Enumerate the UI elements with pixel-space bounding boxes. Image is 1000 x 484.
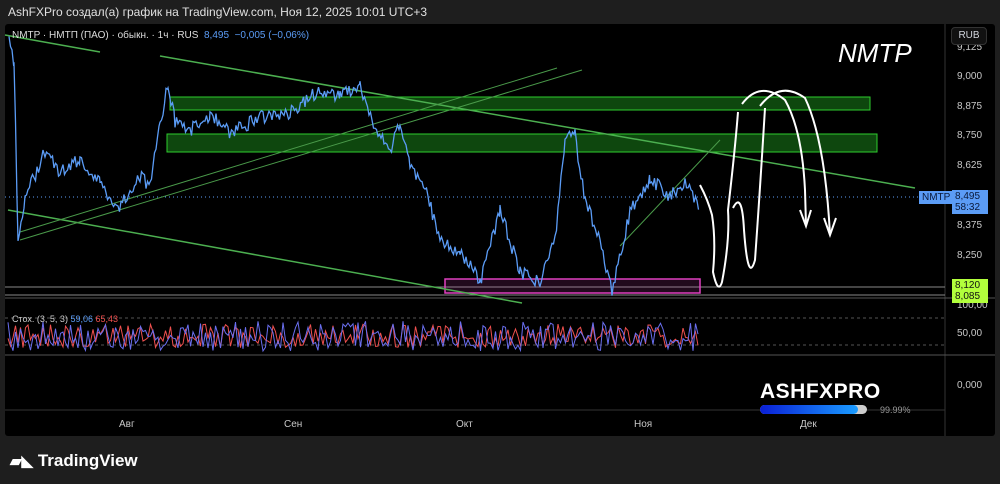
symbol-tag: NMTP: [919, 191, 954, 204]
stoch-tick: 0,000: [957, 380, 983, 391]
price-tick: 9,000: [957, 71, 983, 82]
level-tag: 8,085: [955, 291, 981, 302]
price-line: [8, 36, 700, 296]
descending-trendline: [159, 55, 916, 189]
time-tick: Ноя: [634, 419, 653, 430]
price-tag: 8,495 58:32: [952, 190, 988, 214]
bar-countdown: 58:32: [955, 202, 981, 213]
watermark-progress-fill: [760, 405, 859, 414]
time-tick: Дек: [800, 419, 817, 430]
price-change: −0,005 (−0,06%): [234, 30, 310, 41]
stoch-d: 65,43: [95, 314, 119, 324]
stoch-tick: 50,00: [957, 328, 983, 339]
symbol-info: NMTP · НМТП (ПАО) · обыкн. · 1ч · RUS: [12, 30, 199, 41]
time-tick: Авг: [119, 419, 135, 430]
level-tags: 8,120 8,085: [952, 279, 988, 303]
price-tick: 8,875: [957, 101, 983, 112]
time-tick: Окт: [456, 419, 473, 430]
projection-arc: [741, 90, 807, 226]
watermark-percent: 99.99%: [880, 405, 911, 415]
symbol-legend[interactable]: NMTP · НМТП (ПАО) · обыкн. · 1ч · RUS 8,…: [12, 30, 309, 41]
resistance-zone-lower: [166, 133, 878, 153]
level-tag: 8,120: [955, 280, 981, 291]
lower-trendline: [7, 209, 523, 304]
currency-button[interactable]: RUB: [951, 27, 987, 45]
support-zone: [444, 278, 701, 294]
projection-path: [732, 107, 766, 269]
annotation-title: NMTP: [838, 38, 912, 68]
price-tick: 8,625: [957, 160, 983, 171]
stoch-k: 59,06: [70, 314, 93, 324]
watermark-progress: [760, 405, 867, 414]
price-tick: 8,375: [957, 220, 983, 231]
tradingview-wordmark: TradingView: [37, 451, 138, 470]
price-tick: 8,250: [957, 250, 983, 261]
price-tick: 8,750: [957, 130, 983, 141]
last-price: 8,495: [204, 30, 230, 41]
stoch-label: Стох. (3, 5, 3): [12, 314, 68, 324]
tradingview-logo: ▰◣ TradingView: [10, 451, 138, 471]
stochastic-legend[interactable]: Стох. (3, 5, 3) 59,06 65,43: [12, 314, 118, 324]
price-tag-value: 8,495: [955, 191, 981, 202]
watermark-logo: ASHFXPRO: [760, 380, 881, 403]
time-tick: Сен: [284, 419, 303, 430]
tradingview-icon: ▰◣: [10, 453, 34, 470]
